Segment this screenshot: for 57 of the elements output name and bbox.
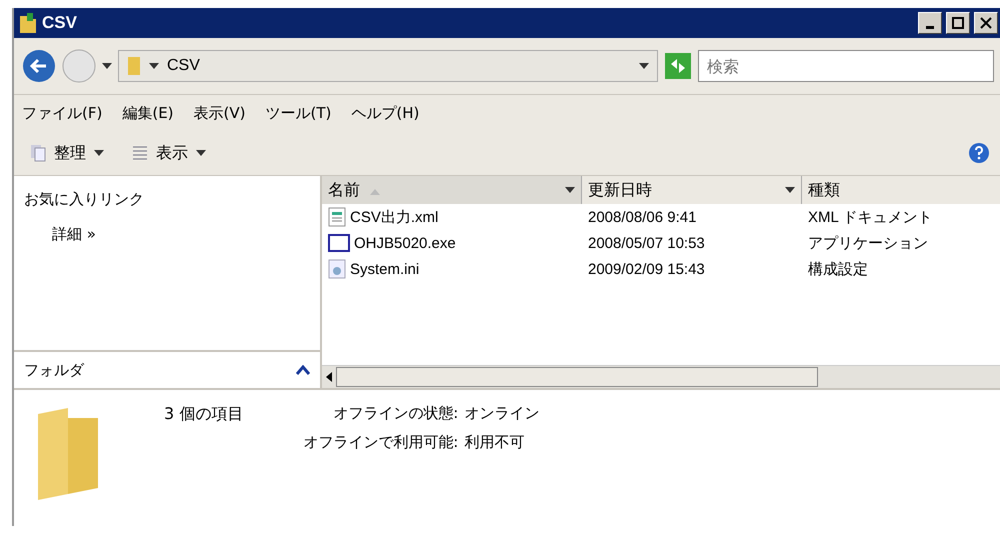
column-header[interactable]: 種類 (802, 176, 1000, 204)
pane-title: お気に入りリンク (24, 190, 145, 209)
menu-item[interactable]: 編集(E) (122, 104, 174, 122)
table-cell-text: XML ドキュメント (807, 208, 934, 228)
menu-item[interactable]: ファイル(F) (22, 104, 102, 122)
search-field[interactable]: 検索 (698, 50, 994, 82)
favorite-link[interactable]: 詳細 » (52, 225, 310, 244)
settings-file-icon (328, 259, 346, 279)
column-header[interactable]: 名前 (322, 176, 582, 204)
table-cell-text: 構成設定 (807, 260, 869, 280)
folder-icon (18, 12, 38, 34)
item-count: 3 個の項目 (164, 404, 244, 425)
sort-icon (370, 188, 380, 194)
caret-icon (639, 63, 649, 69)
table-cell-text: 2009/02/09 15:43 (587, 260, 706, 280)
caret-icon (102, 63, 112, 69)
menu-item[interactable]: ツール(T) (266, 104, 332, 122)
property-label: オフラインの状態: (332, 404, 458, 423)
file-name[interactable]: OHJB5020.exe (322, 230, 582, 256)
folder-icon (127, 55, 141, 77)
file-name[interactable]: System.ini (322, 256, 582, 282)
table-cell-text: 2008/05/07 10:53 (587, 234, 706, 254)
close-icon (980, 17, 992, 29)
toolbar-button[interactable]: 表示 (128, 140, 210, 166)
maximize-button[interactable] (946, 12, 970, 34)
help-icon[interactable] (968, 142, 990, 164)
collapse-icon[interactable] (296, 365, 310, 375)
pane-title: フォルダ (24, 360, 84, 380)
caret-icon (196, 150, 206, 156)
refresh-button[interactable] (664, 52, 692, 80)
caret-icon (565, 187, 575, 193)
pages-icon (30, 144, 46, 162)
close-button[interactable] (974, 12, 998, 34)
table-cell-text: アプリケーション (807, 234, 929, 254)
window-title: CSV (42, 13, 78, 33)
minimize-icon (926, 26, 934, 28)
property-value: 利用不可 (464, 433, 526, 452)
property-label: オフラインで利用可能: (303, 433, 458, 452)
caret-icon (94, 150, 104, 156)
document-icon (328, 207, 346, 227)
window-icon (328, 234, 350, 252)
address-bar[interactable]: CSV (118, 50, 658, 82)
list-icon (132, 144, 148, 162)
menu-item[interactable]: ヘルプ(H) (351, 104, 420, 122)
column-header[interactable]: 更新日時 (582, 176, 802, 204)
minimize-button[interactable] (918, 12, 942, 34)
caret-icon (785, 187, 795, 193)
maximize-icon (952, 17, 964, 29)
table-cell-text: 2008/08/06 9:41 (587, 208, 698, 228)
back-button[interactable] (22, 49, 56, 83)
folders-bar[interactable]: フォルダ (14, 350, 320, 388)
toolbar-button[interactable]: 整理 (26, 140, 108, 166)
file-name[interactable]: CSV出力.xml (322, 204, 582, 230)
caret-icon (149, 63, 159, 69)
property-value: オンライン (464, 404, 540, 423)
menu-item[interactable]: 表示(V) (194, 104, 246, 122)
horizontal-scrollbar[interactable] (322, 365, 1000, 388)
